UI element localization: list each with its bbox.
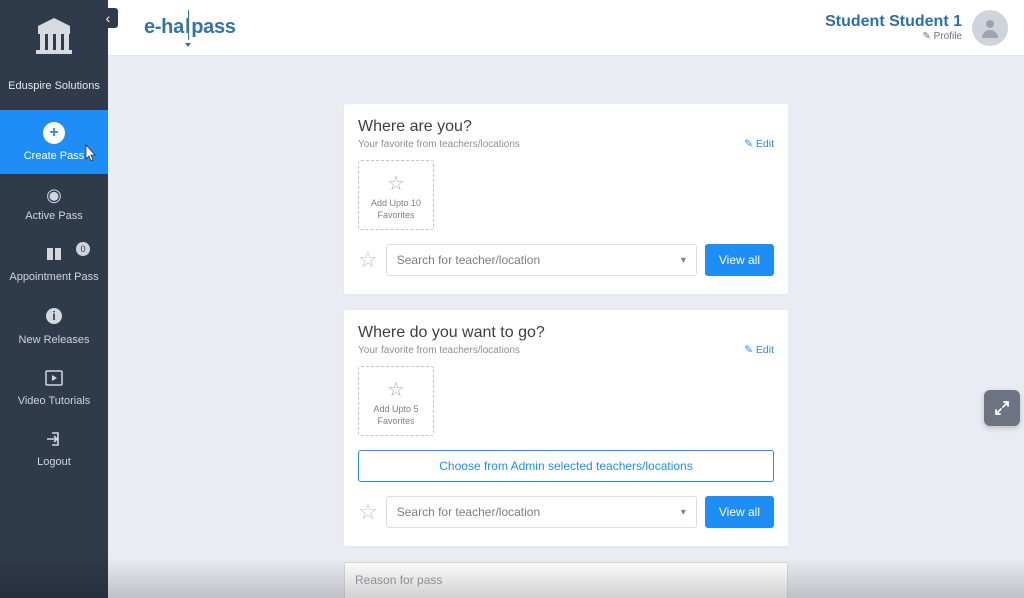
nav-create-pass[interactable]: + Create Pass: [0, 110, 108, 174]
edit-label: Edit: [756, 138, 774, 150]
from-view-all-button[interactable]: View all: [705, 244, 774, 276]
topbar-right: Student Student 1 ✎ Profile: [825, 10, 1008, 46]
from-search-select[interactable]: Search for teacher/location ▾: [386, 244, 697, 276]
from-edit-link[interactable]: ✎ Edit: [744, 138, 774, 150]
nav-active-pass[interactable]: ◉ Active Pass: [0, 174, 108, 234]
expand-icon: [993, 399, 1011, 417]
nav-label: Logout: [37, 456, 71, 468]
brand-part: pass: [191, 16, 235, 39]
to-sub: Your favorite from teachers/locations: [358, 345, 520, 356]
badge-count: 0: [76, 242, 90, 256]
fav-hint: Add Upto 5: [373, 404, 418, 414]
star-outline-icon: ☆: [358, 499, 378, 525]
edit-label: Edit: [756, 344, 774, 356]
nav-appointment-pass[interactable]: 0 Appointment Pass: [0, 234, 108, 295]
nav-list: + Create Pass ◉ Active Pass 0 Appointmen…: [0, 110, 108, 480]
star-outline-icon: ☆: [358, 247, 378, 273]
brand-part: l: [185, 16, 190, 39]
logout-icon: [45, 431, 63, 450]
book-icon: [45, 246, 63, 265]
help-widget-toggle[interactable]: [984, 390, 1020, 426]
sidebar: ‹ Eduspire Solutions + Create Pass ◉ Act…: [0, 0, 108, 598]
fav-hint: Favorites: [377, 210, 414, 220]
content: Where are you? Your favorite from teache…: [108, 56, 1024, 598]
avatar[interactable]: [972, 10, 1008, 46]
star-outline-icon: ☆: [387, 377, 405, 402]
to-admin-choose-button[interactable]: Choose from Admin selected teachers/loca…: [358, 450, 774, 482]
fav-hint: Add Upto 10: [371, 198, 421, 208]
compass-icon: ◉: [46, 186, 62, 204]
from-add-favorite[interactable]: ☆ Add Upto 10 Favorites: [358, 160, 434, 230]
profile-link[interactable]: ✎ Profile: [825, 31, 962, 42]
sidebar-logo: [34, 18, 74, 56]
card-to: Where do you want to go? Your favorite f…: [344, 310, 788, 546]
to-view-all-button[interactable]: View all: [705, 496, 774, 528]
user-name: Student Student 1: [825, 13, 962, 31]
chevron-left-icon: ‹: [106, 10, 111, 26]
nav-new-releases[interactable]: i New Releases: [0, 295, 108, 358]
to-edit-link[interactable]: ✎ Edit: [744, 344, 774, 356]
reason-placeholder: Reason for pass: [355, 573, 442, 587]
chevron-down-icon: ▾: [681, 507, 686, 518]
svg-text:i: i: [52, 309, 55, 323]
nav-label: Appointment Pass: [9, 271, 98, 283]
nav-label: Active Pass: [25, 210, 82, 222]
from-sub: Your favorite from teachers/locations: [358, 139, 520, 150]
building-icon: [34, 18, 74, 56]
fav-hint: Favorites: [377, 416, 414, 426]
user-icon: [978, 16, 1002, 40]
to-search-select[interactable]: Search for teacher/location ▾: [386, 496, 697, 528]
nav-label: Create Pass: [24, 150, 85, 162]
nav-logout[interactable]: Logout: [0, 419, 108, 480]
from-title: Where are you?: [358, 118, 774, 136]
sidebar-collapse-toggle[interactable]: ‹: [98, 8, 118, 28]
brand-part: e-ha: [144, 16, 184, 39]
topbar: e-halpass Student Student 1 ✎ Profile: [108, 0, 1024, 56]
card-from: Where are you? Your favorite from teache…: [344, 104, 788, 294]
org-name: Eduspire Solutions: [8, 80, 100, 92]
nav-label: New Releases: [19, 334, 90, 346]
to-search-row: ☆ Search for teacher/location ▾ View all: [358, 496, 774, 528]
chevron-down-icon: ▾: [681, 255, 686, 266]
search-placeholder: Search for teacher/location: [397, 505, 540, 519]
to-title: Where do you want to go?: [358, 324, 774, 342]
to-add-favorite[interactable]: ☆ Add Upto 5 Favorites: [358, 366, 434, 436]
from-search-row: ☆ Search for teacher/location ▾ View all: [358, 244, 774, 276]
star-outline-icon: ☆: [387, 171, 405, 196]
info-icon: i: [45, 307, 63, 328]
profile-label: Profile: [934, 31, 962, 42]
brand-logo: e-halpass: [144, 16, 236, 39]
plus-circle-icon: +: [43, 122, 65, 144]
search-placeholder: Search for teacher/location: [397, 253, 540, 267]
nav-label: Video Tutorials: [18, 395, 91, 407]
nav-video-tutorials[interactable]: Video Tutorials: [0, 358, 108, 419]
reason-textarea[interactable]: Reason for pass: [344, 562, 788, 598]
video-icon: [45, 370, 63, 389]
